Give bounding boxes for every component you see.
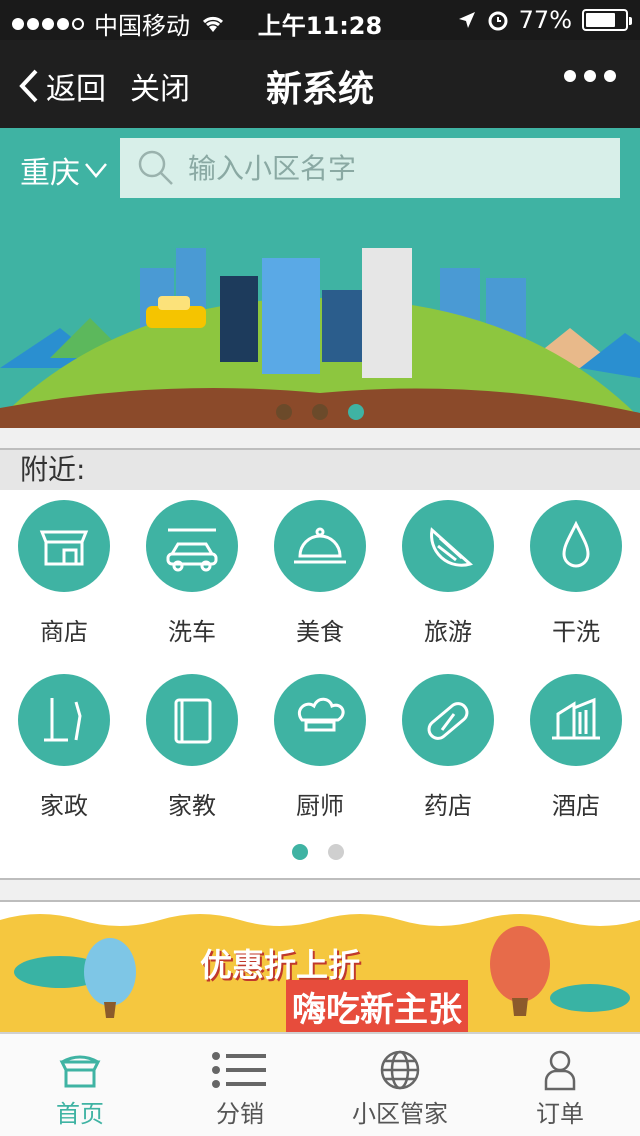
nearby-header: 附近: xyxy=(0,450,640,490)
city-label: 重庆 xyxy=(20,156,80,191)
travel-icon xyxy=(402,500,494,592)
tab-home[interactable]: 首页 xyxy=(0,1034,160,1136)
category-page-dot[interactable] xyxy=(292,844,308,860)
category-dry-clean[interactable]: 干洗 xyxy=(512,490,640,660)
user-icon xyxy=(480,1046,640,1094)
tab-distribution[interactable]: 分销 xyxy=(160,1034,320,1136)
category-label: 洗车 xyxy=(168,618,216,646)
more-dot xyxy=(584,70,596,82)
category-pharmacy[interactable]: 药店 xyxy=(384,664,512,834)
more-button[interactable] xyxy=(564,70,616,82)
section-divider xyxy=(0,428,640,450)
promo-banner[interactable]: 优惠折上折 嗨吃新主张 xyxy=(0,902,640,1032)
tab-label: 订单 xyxy=(536,1100,584,1128)
tab-bar: 首页 分销 小区管家 订单 xyxy=(0,1032,640,1136)
category-label: 家政 xyxy=(40,792,88,820)
pharmacy-icon xyxy=(402,674,494,766)
category-food[interactable]: 美食 xyxy=(256,490,384,660)
search-icon xyxy=(138,150,173,185)
store-icon xyxy=(0,1046,160,1094)
banner-pagination xyxy=(276,404,364,420)
battery-percent: 77% xyxy=(518,6,572,34)
category-travel[interactable]: 旅游 xyxy=(384,490,512,660)
chef-icon xyxy=(274,674,366,766)
hotel-icon xyxy=(530,674,622,766)
chevron-down-icon xyxy=(85,163,107,178)
city-selector[interactable]: 重庆 xyxy=(20,148,108,192)
search-box[interactable] xyxy=(120,138,620,198)
category-label: 旅游 xyxy=(424,618,472,646)
category-page-dot[interactable] xyxy=(328,844,344,860)
banner-page-dot[interactable] xyxy=(312,404,328,420)
category-housekeeping[interactable]: 家政 xyxy=(0,664,128,834)
tab-label: 小区管家 xyxy=(352,1100,448,1128)
banner-page-dot[interactable] xyxy=(348,404,364,420)
housekeeping-icon xyxy=(18,674,110,766)
location-arrow-icon xyxy=(458,12,475,28)
car-wash-icon xyxy=(146,500,238,592)
promo-subtitle: 嗨吃新主张 xyxy=(286,980,468,1032)
page-title: 新系统 xyxy=(265,69,374,110)
dry-clean-icon xyxy=(530,500,622,592)
section-divider xyxy=(0,878,640,902)
battery-icon xyxy=(582,9,632,31)
category-car-wash[interactable]: 洗车 xyxy=(128,490,256,660)
tab-label: 首页 xyxy=(56,1100,104,1128)
status-right: 77% xyxy=(457,6,632,34)
category-label: 药店 xyxy=(424,792,472,820)
category-hotel[interactable]: 酒店 xyxy=(512,664,640,834)
category-shop[interactable]: 商店 xyxy=(0,490,128,660)
tab-orders[interactable]: 订单 xyxy=(480,1034,640,1136)
category-label: 商店 xyxy=(40,618,88,646)
more-dot xyxy=(564,70,576,82)
list-icon xyxy=(160,1046,320,1094)
category-label: 厨师 xyxy=(296,792,344,820)
category-label: 酒店 xyxy=(552,792,600,820)
category-grid: 商店 洗车 美食 旅游 干洗 家政 家教 厨师 药店 酒店 xyxy=(0,490,640,880)
category-label: 家教 xyxy=(168,792,216,820)
category-label: 干洗 xyxy=(552,618,600,646)
category-tutor[interactable]: 家教 xyxy=(128,664,256,834)
category-chef[interactable]: 厨师 xyxy=(256,664,384,834)
more-dot xyxy=(604,70,616,82)
tutor-icon xyxy=(146,674,238,766)
tab-community[interactable]: 小区管家 xyxy=(320,1034,480,1136)
nav-bar: 返回 关闭 新系统 xyxy=(0,40,640,128)
shop-icon xyxy=(18,500,110,592)
tab-label: 分销 xyxy=(216,1100,264,1128)
hero-banner[interactable]: 重庆 xyxy=(0,128,640,428)
search-input[interactable] xyxy=(188,151,588,185)
food-icon xyxy=(274,500,366,592)
banner-page-dot[interactable] xyxy=(276,404,292,420)
category-label: 美食 xyxy=(296,618,344,646)
globe-icon xyxy=(320,1046,480,1094)
category-pagination xyxy=(292,844,344,860)
status-bar: 中国移动 上午11:28 77% xyxy=(0,0,640,40)
alarm-icon xyxy=(488,11,508,31)
